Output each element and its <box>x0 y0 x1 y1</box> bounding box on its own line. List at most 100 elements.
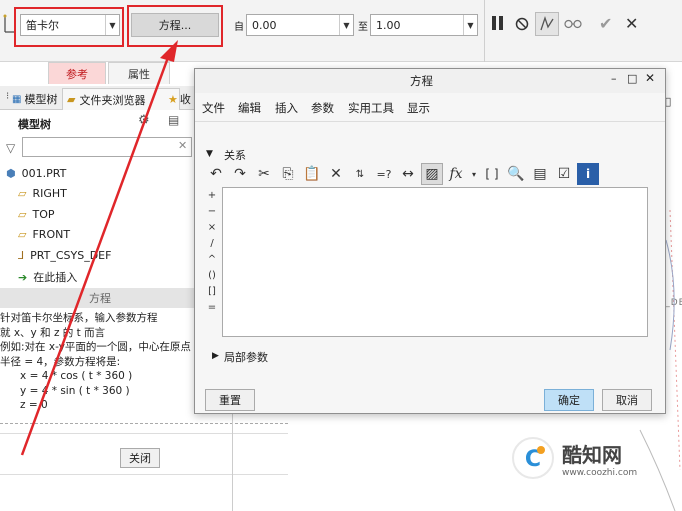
tab-favorites[interactable]: ★ 收 <box>168 91 191 107</box>
equation-button[interactable]: 方程... <box>131 13 219 37</box>
filter-icon[interactable]: ▽ <box>6 141 15 155</box>
brackets-icon[interactable]: [ ] <box>481 163 503 185</box>
check-units-icon[interactable]: 🔍 <box>505 163 527 185</box>
operator-parentheses[interactable]: () <box>206 270 218 281</box>
operator-divide[interactable]: / <box>206 238 218 249</box>
tree-search-input[interactable] <box>22 137 192 157</box>
operator-power[interactable]: ^ <box>206 254 218 265</box>
show-dimension-icon[interactable]: ▨ <box>421 163 443 185</box>
relations-editor[interactable] <box>222 187 648 337</box>
menu-file[interactable]: 文件 <box>202 100 225 116</box>
undo-icon[interactable]: ↶ <box>205 163 227 185</box>
tree-item-right[interactable]: ▱ RIGHT <box>18 187 67 200</box>
cancel-button-label: 取消 <box>616 394 638 407</box>
chevron-down-icon[interactable]: ▼ <box>463 15 477 35</box>
tab-model-tree-label: 模型树 <box>24 93 58 106</box>
csys-icon: ⅃ <box>18 249 25 262</box>
operator-buttons: + − × / ^ () [] = <box>206 190 218 313</box>
watermark-url: www.coozhi.com <box>562 467 638 478</box>
preview-toggle-button[interactable] <box>535 12 559 36</box>
redo-icon[interactable]: ↷ <box>229 163 251 185</box>
close-icon[interactable]: ✕ <box>625 14 638 33</box>
info-text-block: 针对笛卡尔坐标系，输入参数方程 就 x、y 和 z 的 t 而言 例如:对在 x… <box>0 311 191 413</box>
watermark-brand: 酷知网 <box>562 442 622 467</box>
tree-item-top[interactable]: ▱ TOP <box>18 208 54 221</box>
operator-equals[interactable]: = <box>206 302 218 313</box>
tab-folder-browser-label: 文件夹浏览器 <box>79 93 146 107</box>
menu-display[interactable]: 显示 <box>407 100 430 116</box>
grip-icon: ⁝ <box>6 91 10 102</box>
tab-reference-label: 参考 <box>66 67 88 81</box>
to-select[interactable]: 1.00 ▼ <box>370 14 478 36</box>
settings-icon[interactable]: ⚙ <box>138 113 150 128</box>
local-params-expand-icon[interactable]: ▶ <box>212 351 219 361</box>
ok-button[interactable]: 确定 <box>544 389 594 411</box>
menu-parameters[interactable]: 参数 <box>311 100 334 116</box>
cut-icon[interactable]: ✂ <box>253 163 275 185</box>
tab-properties[interactable]: 属性 <box>108 62 170 84</box>
info-divider-3 <box>0 474 288 475</box>
pause-icon[interactable] <box>492 16 506 32</box>
equation-button-label: 方程... <box>158 19 192 32</box>
watermark-text: 酷知网 www.coozhi.com <box>562 439 637 478</box>
clear-icon[interactable]: ✕ <box>178 139 187 152</box>
info-divider <box>0 423 288 424</box>
tab-model-tree[interactable]: ▦ 模型树 <box>12 91 57 107</box>
info-icon[interactable]: i <box>577 163 599 185</box>
info-line: 针对笛卡尔坐标系，输入参数方程 <box>0 312 158 324</box>
from-select[interactable]: 0.00 ▼ <box>246 14 354 36</box>
ribbon-separator <box>484 0 485 62</box>
tree-item-front[interactable]: ▱ FRONT <box>18 228 70 241</box>
maximize-icon[interactable]: □ <box>627 72 637 85</box>
copy-icon[interactable]: ⎘ <box>277 163 299 185</box>
dialog-close-icon[interactable]: ✕ <box>645 71 655 85</box>
tree-item-label: 在此插入 <box>33 271 78 284</box>
menu-insert[interactable]: 插入 <box>275 100 298 116</box>
datum-plane-icon: ▱ <box>18 208 27 221</box>
sort-icon[interactable]: ⇅ <box>349 163 371 185</box>
paste-icon[interactable]: 📋 <box>301 163 323 185</box>
evaluate-icon[interactable]: =? <box>373 163 395 185</box>
tab-folder-browser[interactable]: ▰ 文件夹浏览器 <box>62 88 180 110</box>
show-icon[interactable]: ▤ <box>168 113 179 127</box>
coord-type-select[interactable]: 笛卡尔 ▼ <box>20 14 120 36</box>
chevron-down-icon[interactable]: ▾ <box>469 163 479 185</box>
check-icon[interactable]: ✔ <box>599 14 612 33</box>
menu-utilities[interactable]: 实用工具 <box>348 100 394 116</box>
close-button[interactable]: 关闭 <box>120 448 160 468</box>
local-params-label: 局部参数 <box>224 351 268 364</box>
no-icon[interactable] <box>515 17 529 31</box>
preview-icon <box>540 15 554 31</box>
info-line: 就 x、y 和 z 的 t 而言 <box>0 326 106 339</box>
operator-minus[interactable]: − <box>206 206 218 217</box>
tree-item-insert-here[interactable]: ➔ 在此插入 <box>18 269 77 285</box>
tree-item-csys[interactable]: ⅃ PRT_CSYS_DEF <box>18 249 111 262</box>
watermark: C 酷知网 www.coozhi.com <box>510 428 682 488</box>
tab-reference[interactable]: 参考 <box>48 62 106 84</box>
relations-expand-icon[interactable]: ▼ <box>206 149 213 159</box>
minimize-icon[interactable]: – <box>611 72 617 85</box>
delete-icon[interactable]: ✕ <box>325 163 347 185</box>
menu-edit[interactable]: 编辑 <box>238 100 261 116</box>
verify-icon[interactable]: ☑ <box>553 163 575 185</box>
info-divider-2 <box>0 433 288 434</box>
operator-multiply[interactable]: × <box>206 222 218 233</box>
info-title: 方程 <box>0 288 200 308</box>
tree-item-label: FRONT <box>32 228 71 241</box>
operator-plus[interactable]: + <box>206 190 218 201</box>
function-icon[interactable]: fx <box>445 163 467 185</box>
operator-brackets[interactable]: [] <box>206 286 218 297</box>
tree-item-label: 001.PRT <box>21 167 67 180</box>
table-icon[interactable]: ▤ <box>529 163 551 185</box>
to-value: 1.00 <box>376 18 401 32</box>
chevron-down-icon[interactable]: ▼ <box>339 15 353 35</box>
tree-item-label: TOP <box>32 208 55 221</box>
reset-button[interactable]: 重置 <box>205 389 255 411</box>
dimension-icon[interactable]: ↔ <box>397 163 419 185</box>
insert-arrow-icon: ➔ <box>18 270 28 284</box>
cancel-button[interactable]: 取消 <box>602 389 652 411</box>
canvas-edge <box>232 414 233 511</box>
glasses-icon[interactable] <box>564 18 582 30</box>
chevron-down-icon[interactable]: ▼ <box>105 15 119 35</box>
tree-item-part[interactable]: ⬢ 001.PRT <box>6 167 66 180</box>
